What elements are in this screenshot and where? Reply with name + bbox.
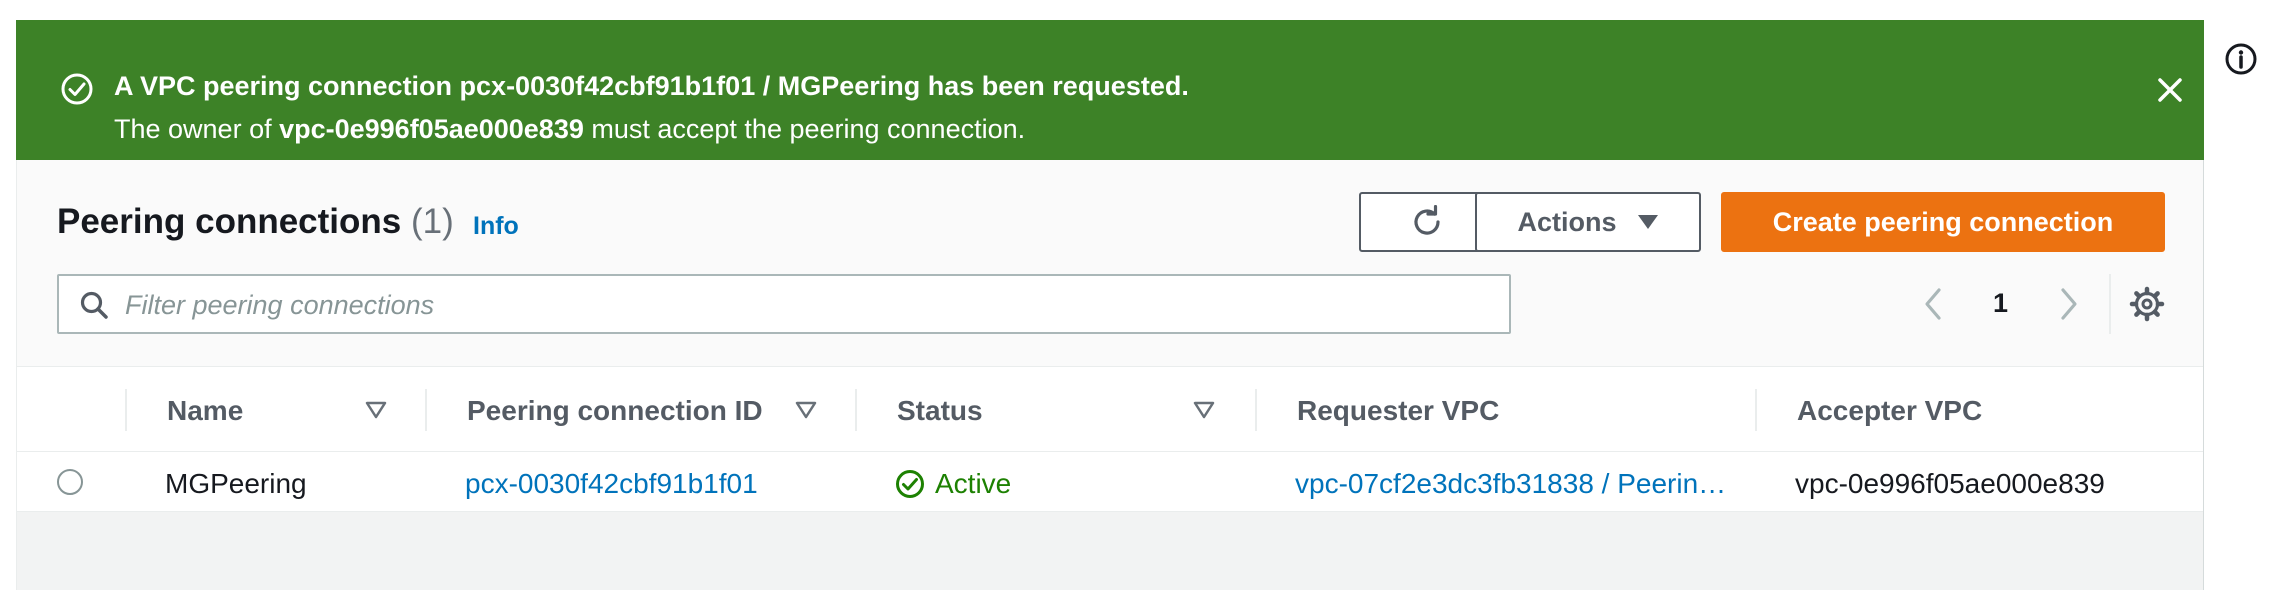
column-separator [1755, 389, 1757, 431]
refresh-icon [1414, 205, 1440, 235]
actions-dropdown-button[interactable]: Actions [1475, 192, 1701, 252]
cell-peering-id-link[interactable]: pcx-0030f42cbf91b1f01 [465, 468, 758, 500]
success-flash-banner: A VPC peering connection pcx-0030f42cbf9… [16, 20, 2204, 160]
gear-icon[interactable] [2127, 284, 2167, 324]
status-check-circle-icon [896, 470, 924, 498]
column-separator [125, 389, 127, 431]
item-count: (1) [410, 202, 454, 241]
column-header-name[interactable]: Name [167, 395, 243, 427]
page-title-text: Peering connections [57, 202, 402, 241]
filter-search-box [57, 274, 1511, 334]
flash-message: The owner of vpc-0e996f05ae000e839 must … [114, 114, 1025, 145]
flash-message-suffix: must accept the peering connection. [583, 114, 1026, 144]
flash-message-vpc: vpc-0e996f05ae000e839 [279, 114, 584, 144]
chevron-left-icon[interactable] [1917, 282, 1949, 326]
info-link[interactable]: Info [473, 212, 519, 241]
check-circle-icon [61, 73, 93, 105]
flash-message-prefix: The owner of [114, 114, 280, 144]
table-row[interactable]: MGPeering pcx-0030f42cbf91b1f01 Active v… [17, 452, 2203, 512]
actions-label: Actions [1517, 206, 1617, 237]
page-title: Peering connections (1) [57, 202, 454, 242]
column-separator [855, 389, 857, 431]
table-header: Name Peering connection ID Status Reques… [17, 366, 2203, 452]
search-icon [80, 291, 108, 319]
column-header-accepter-vpc[interactable]: Accepter VPC [1797, 395, 1982, 427]
peering-connections-container: Peering connections (1) Info Actions Cre… [16, 160, 2204, 590]
current-page-number[interactable]: 1 [1993, 288, 2008, 319]
cell-requester-vpc-link[interactable]: vpc-07cf2e3dc3fb31838 / PeeringVPC [1295, 468, 1727, 500]
sort-icon[interactable] [1193, 401, 1215, 419]
chevron-right-icon[interactable] [2053, 282, 2085, 326]
row-select-radio[interactable] [57, 469, 83, 495]
sort-icon[interactable] [795, 401, 817, 419]
cell-status: Active [935, 468, 1012, 499]
column-separator [1255, 389, 1257, 431]
column-header-requester-vpc[interactable]: Requester VPC [1297, 395, 1499, 427]
flash-title: A VPC peering connection pcx-0030f42cbf9… [114, 71, 1189, 101]
column-header-peering-id[interactable]: Peering connection ID [467, 395, 763, 427]
create-peering-connection-button[interactable]: Create peering connection [1721, 192, 2165, 252]
column-separator [425, 389, 427, 431]
cell-accepter-vpc: vpc-0e996f05ae000e839 [1795, 468, 2105, 499]
pagination-divider [2109, 274, 2111, 334]
close-icon[interactable] [2150, 70, 2190, 110]
cell-name: MGPeering [165, 468, 307, 499]
sort-icon[interactable] [365, 401, 387, 419]
column-header-status[interactable]: Status [897, 395, 983, 427]
info-icon[interactable] [2224, 42, 2258, 76]
table-footer-area [17, 512, 2203, 590]
filter-input[interactable] [125, 284, 1495, 326]
caret-down-icon [1637, 215, 1658, 229]
page: A VPC peering connection pcx-0030f42cbf9… [0, 0, 2272, 590]
